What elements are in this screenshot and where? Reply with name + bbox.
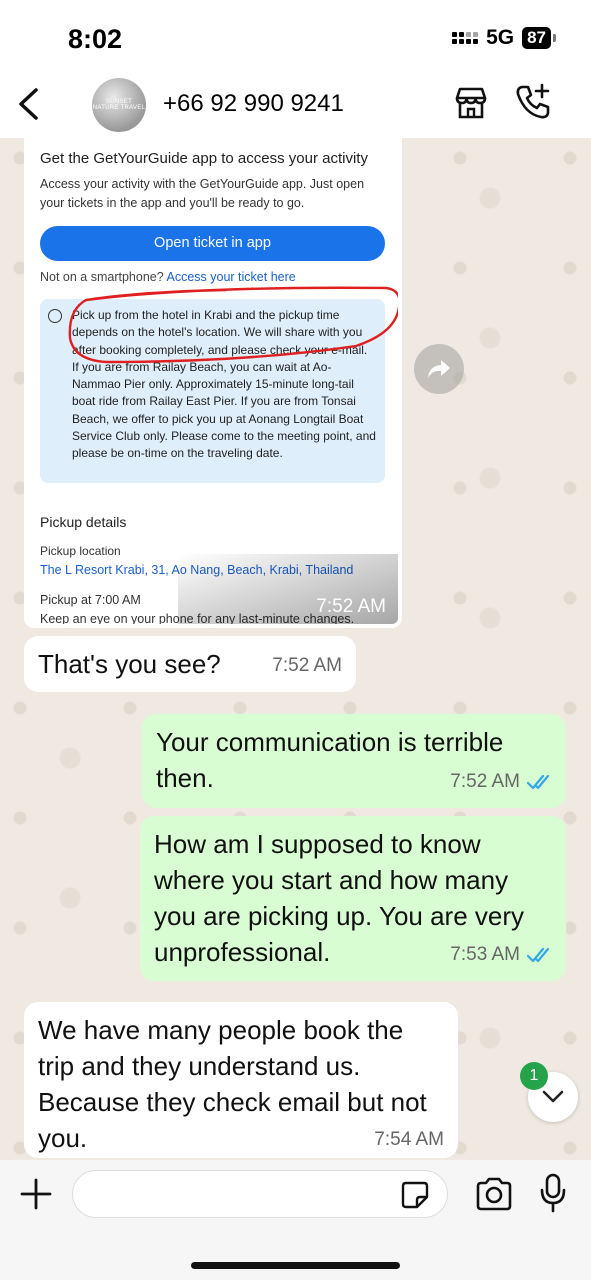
message-bubble-incoming[interactable]: We have many people book the trip and th… [24, 1002, 458, 1158]
status-time: 8:02 [68, 24, 123, 54]
microphone-icon[interactable] [538, 1172, 568, 1214]
status-bar: 8:02 5G 87 [0, 0, 591, 78]
gyg-pickup-location-label: Pickup location [40, 544, 121, 558]
unread-badge: 1 [520, 1062, 548, 1090]
message-time: 7:52 AM [272, 655, 342, 676]
message-bubble-incoming[interactable]: That's you see? 7:52 AM [24, 636, 356, 692]
message-input[interactable] [72, 1170, 448, 1218]
read-tick-icon [526, 947, 550, 963]
avatar-logo: SUNSET NATURE TRAVEL [92, 99, 146, 111]
message-time: 7:53 AM [450, 944, 520, 965]
open-ticket-button: Open ticket in app [40, 226, 385, 261]
plus-icon[interactable] [16, 1174, 56, 1214]
message-time: 7:52 AM [450, 771, 520, 792]
message-text: That's you see? [38, 649, 221, 679]
network-label: 5G [486, 26, 515, 49]
camera-icon[interactable] [474, 1176, 514, 1212]
message-text: We have many people book the trip and th… [38, 1015, 427, 1153]
sticker-icon[interactable] [400, 1180, 430, 1210]
home-indicator [191, 1262, 400, 1269]
contact-name[interactable]: +66 92 990 9241 [163, 90, 344, 118]
message-time: 7:54 AM [374, 1129, 444, 1150]
message-meta: 7:52 AM [450, 764, 552, 800]
message-bubble-outgoing[interactable]: How am I supposed to know where you star… [140, 816, 566, 981]
message-time: 7:52 AM [316, 596, 386, 617]
message-meta: 7:53 AM [450, 937, 552, 973]
status-indicators: 5G 87 [452, 26, 556, 50]
message-meta: 7:52 AM [272, 648, 342, 684]
gyg-description: Access your activity with the GetYourGui… [40, 177, 365, 210]
gyg-pickup-time: Pickup at 7:00 AM [40, 593, 141, 607]
signal-icon [452, 32, 479, 44]
gyg-pickup-heading: Pickup details [40, 514, 127, 530]
chat-header: SUNSET NATURE TRAVEL +66 92 990 9241 [0, 70, 591, 138]
battery-icon: 87 [522, 27, 556, 49]
back-chevron-icon[interactable] [8, 78, 48, 130]
add-call-icon[interactable] [513, 82, 553, 122]
store-icon[interactable] [452, 84, 490, 122]
forward-icon[interactable] [414, 344, 464, 394]
image-message[interactable]: Get the GetYourGuide app to access your … [24, 138, 402, 628]
gyg-title: Get the GetYourGuide app to access your … [40, 150, 368, 167]
message-meta: 7:54 AM [374, 1122, 444, 1158]
red-annotation-circle [68, 286, 398, 364]
read-tick-icon [526, 774, 550, 790]
message-bubble-outgoing[interactable]: Your communication is terrible then. 7:5… [142, 714, 566, 808]
avatar[interactable]: SUNSET NATURE TRAVEL [92, 78, 146, 132]
chevron-down-icon [542, 1090, 564, 1103]
